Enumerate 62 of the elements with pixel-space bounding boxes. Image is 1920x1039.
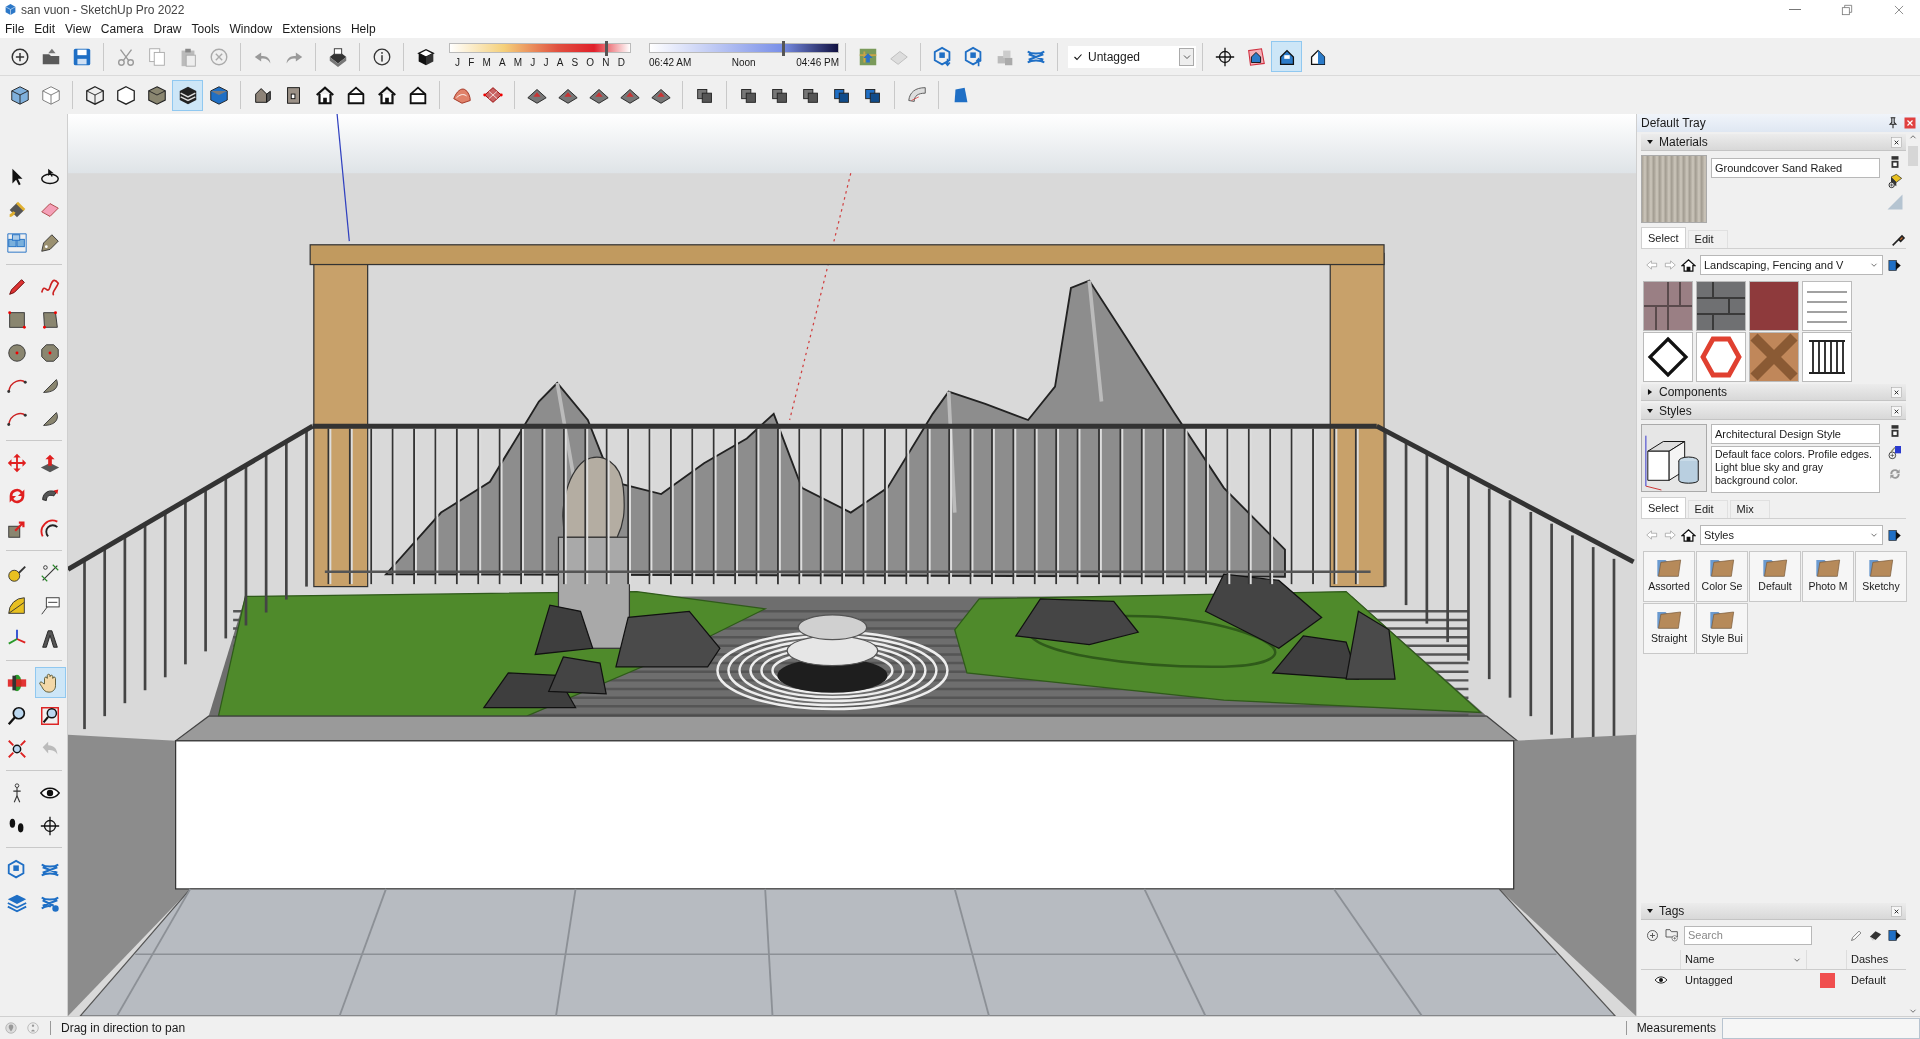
menu-item[interactable]: Extensions — [277, 19, 346, 38]
tab[interactable]: Edit — [1687, 500, 1728, 518]
tab[interactable]: Select — [1641, 227, 1686, 248]
library-dropdown[interactable]: Landscaping, Fencing and V — [1700, 255, 1883, 275]
month-label: F — [468, 56, 475, 70]
menu-item[interactable]: Draw — [148, 19, 187, 38]
panel-header[interactable]: Materials — [1641, 134, 1906, 151]
month-label: D — [617, 56, 625, 70]
month-label: N — [602, 56, 610, 70]
month-label: J — [543, 56, 549, 70]
menu-item[interactable]: Edit — [29, 19, 61, 38]
month-label: A — [498, 56, 506, 70]
tab[interactable]: Select — [1641, 497, 1686, 518]
menu-item[interactable]: File — [0, 19, 30, 38]
month-label: M — [482, 56, 491, 70]
time-label: 06:42 AM — [649, 56, 692, 70]
tag-name[interactable]: Untagged — [1681, 971, 1807, 989]
material-name-field[interactable]: Groundcover Sand Raked — [1711, 158, 1880, 178]
month-label: J — [530, 56, 536, 70]
tag-dropdown[interactable]: Untagged — [1068, 45, 1196, 68]
tag-value: Untagged — [1088, 48, 1142, 66]
style-folder[interactable]: Sketchy — [1855, 551, 1907, 602]
menu-item[interactable]: View — [60, 19, 96, 38]
style-name-field[interactable]: Architectural Design Style — [1711, 424, 1880, 444]
library-dropdown[interactable]: Styles — [1700, 525, 1883, 545]
library-name: Landscaping, Fencing and V — [1704, 257, 1845, 273]
style-folder[interactable]: Default — [1749, 551, 1801, 602]
panel-header[interactable]: Styles — [1641, 403, 1906, 420]
window-title: san vuon - SketchUp Pro 2022 — [21, 1, 185, 19]
status-message: Drag in direction to pan — [61, 1020, 186, 1037]
style-description: Default face colors. Profile edges. Light blue sky and gray background color. — [1711, 446, 1880, 493]
style-folder[interactable]: Photo M — [1802, 551, 1854, 602]
tray-title: Default Tray — [1641, 115, 1707, 132]
tab[interactable]: Mix — [1729, 500, 1770, 518]
column-header[interactable]: Name — [1681, 950, 1807, 969]
search-field[interactable]: Search — [1684, 925, 1812, 945]
style-folder[interactable]: Straight — [1643, 603, 1695, 654]
style-folder[interactable]: Assorted — [1643, 551, 1695, 602]
style-folder[interactable]: Style Bui — [1696, 603, 1748, 654]
menu-item[interactable]: Tools — [186, 19, 225, 38]
panel-title: Materials — [1659, 134, 1709, 151]
tag-dashes[interactable]: Default — [1847, 971, 1890, 989]
panel-header[interactable]: Components — [1641, 384, 1906, 401]
month-label: O — [586, 56, 595, 70]
library-name: Styles — [1704, 527, 1735, 543]
menu-item[interactable]: Window — [224, 19, 278, 38]
time-label: Noon — [731, 56, 756, 70]
tab[interactable]: Edit — [1687, 230, 1728, 248]
month-label: S — [571, 56, 579, 70]
measurements-label: Measurements — [1636, 1020, 1716, 1037]
column-header[interactable]: Dashes — [1847, 951, 1893, 968]
style-folder[interactable]: Color Se — [1696, 551, 1748, 602]
month-label: A — [556, 56, 564, 70]
menu-item[interactable]: Camera — [95, 19, 149, 38]
time-label: 04:46 PM — [796, 56, 839, 70]
month-label: J — [455, 56, 460, 70]
panel-title: Tags — [1659, 903, 1686, 920]
menu-item[interactable]: Help — [345, 19, 381, 38]
month-label: M — [513, 56, 523, 70]
panel-title: Components — [1659, 384, 1729, 401]
panel-title: Styles — [1659, 403, 1693, 420]
panel-header[interactable]: Tags — [1641, 903, 1906, 920]
